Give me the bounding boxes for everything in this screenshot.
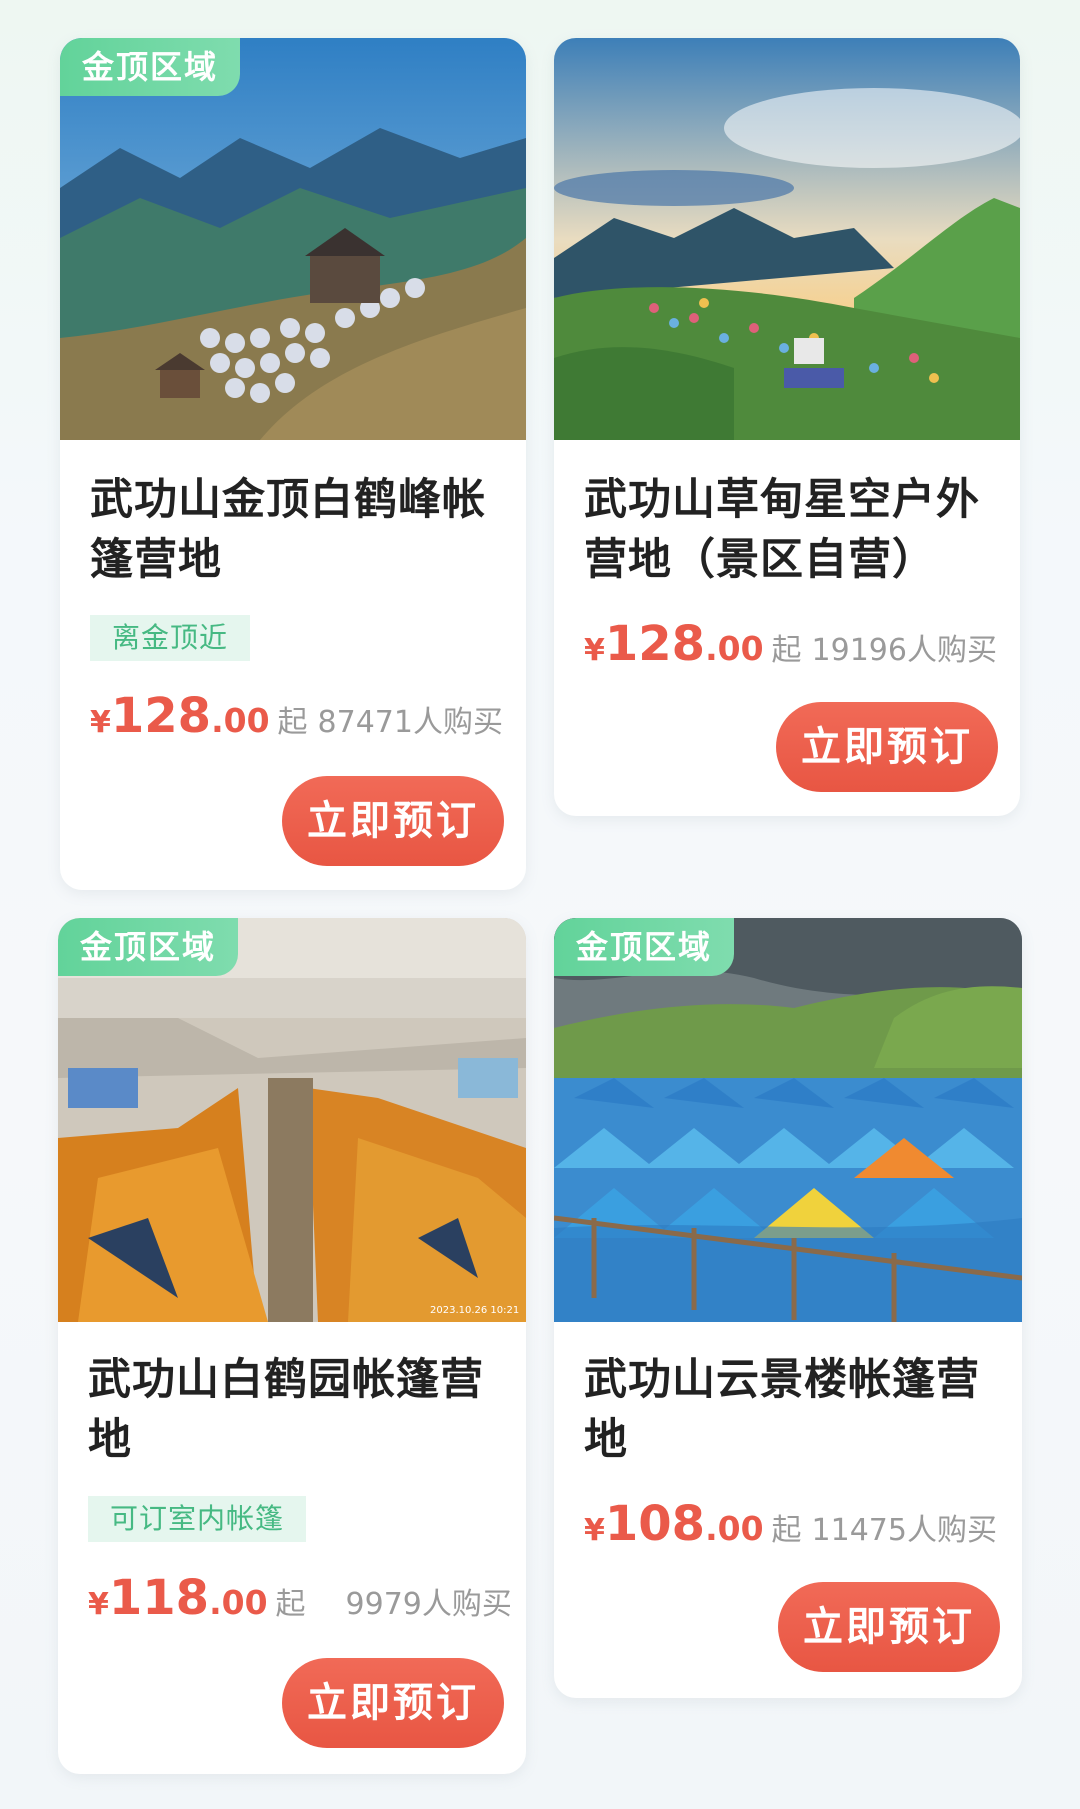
price-decimal: .00	[209, 1583, 268, 1622]
currency-symbol: ¥	[88, 1587, 109, 1622]
area-badge: 金顶区域	[58, 918, 239, 976]
camp-title: 武功山草甸星空户外营地（景区自营）	[584, 475, 980, 585]
camp-title: 武功山云景楼帐篷营地	[584, 1355, 980, 1465]
feature-tag: 离金顶近	[90, 615, 251, 661]
area-badge: 金顶区域	[60, 38, 241, 96]
camp-card[interactable]: 2023.10.26 10:21 金顶区域 武功山白鹤园帐篷营地 可订室内帐篷 …	[58, 918, 526, 1774]
price-row: ¥128.00 起 87471人购买	[90, 688, 506, 744]
price-integer: 128	[604, 616, 706, 672]
price-row: ¥108.00 起 11475人购买	[584, 1496, 1002, 1552]
book-now-button[interactable]: 立即预订	[282, 776, 504, 866]
price-decimal: .00	[211, 701, 270, 740]
price-decimal: .00	[705, 1509, 764, 1548]
camp-title: 武功山白鹤园帐篷营地	[88, 1355, 484, 1465]
price-from-label: 起	[771, 633, 802, 668]
camp-photo[interactable]: 2023.10.26 10:21 金顶区域	[58, 918, 526, 1322]
price-integer: 118	[108, 1570, 210, 1626]
price-integer: 128	[110, 688, 212, 744]
camp-photo[interactable]: 金顶区域	[554, 918, 1022, 1322]
camp-card[interactable]: 金顶区域 武功山金顶白鹤峰帐篷营地 离金顶近 ¥128.00 起 87471人购买 …	[60, 38, 526, 890]
sold-count: 11475人购买	[811, 1513, 997, 1548]
currency-symbol: ¥	[584, 1513, 605, 1548]
feature-tag: 可订室内帐篷	[88, 1496, 307, 1542]
book-now-button[interactable]: 立即预订	[778, 1582, 1000, 1672]
price-row: ¥128.00 起 19196人购买	[584, 616, 1000, 672]
price-integer: 108	[604, 1496, 706, 1552]
camp-photo[interactable]	[554, 38, 1020, 440]
price-from-label: 起	[277, 705, 308, 740]
camp-card[interactable]: 金顶区域 武功山云景楼帐篷营地 ¥108.00 起 11475人购买 立即预订	[554, 918, 1022, 1698]
area-badge: 金顶区域	[554, 918, 735, 976]
photo-timestamp: 2023.10.26 10:21	[430, 1305, 519, 1316]
price-from-label: 起	[275, 1587, 306, 1622]
currency-symbol: ¥	[90, 705, 111, 740]
price-row: ¥118.00 起 9979人购买	[88, 1570, 512, 1626]
camp-list-page: 金顶区域 武功山金顶白鹤峰帐篷营地 离金顶近 ¥128.00 起 87471人购买 …	[0, 0, 1080, 1809]
camp-title: 武功山金顶白鹤峰帐篷营地	[90, 475, 486, 585]
currency-symbol: ¥	[584, 633, 605, 668]
book-now-button[interactable]: 立即预订	[776, 702, 998, 792]
sold-count: 19196人购买	[811, 633, 997, 668]
price-from-label: 起	[771, 1513, 802, 1548]
sold-count: 87471人购买	[317, 705, 503, 740]
price-decimal: .00	[705, 629, 764, 668]
camp-card[interactable]: 武功山草甸星空户外营地（景区自营） ¥128.00 起 19196人购买 立即预订	[554, 38, 1020, 816]
camp-photo[interactable]: 金顶区域	[60, 38, 526, 440]
book-now-button[interactable]: 立即预订	[282, 1658, 504, 1748]
sold-count: 9979人购买	[345, 1587, 512, 1622]
